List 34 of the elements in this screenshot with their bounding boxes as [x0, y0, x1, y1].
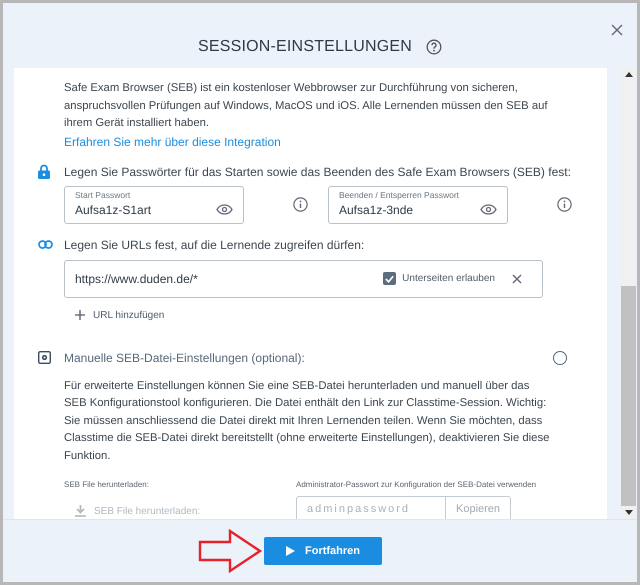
admin-password-label: Administrator-Passwort zur Konfiguration der SEB-Datei verwenden	[296, 480, 536, 489]
url-field[interactable]: https://www.duden.de/* Unterseiten erlauben	[64, 260, 543, 298]
lock-icon	[38, 164, 50, 179]
url-section-label: Legen Sie URLs fest, auf die Lernende zugreifen dürfen:	[64, 238, 364, 252]
password-field[interactable]: Beenden / Entsperren Passwort Aufsa1z-3nde	[328, 186, 508, 224]
scroll-up-icon[interactable]	[624, 72, 632, 77]
password-section-label: Legen Sie Passwörter für das Starten sowie das Beenden des Safe Exam Browsers (SEB) fest:	[64, 164, 571, 178]
download-label: SEB File herunterladen:	[64, 480, 150, 489]
scrollbar[interactable]	[621, 68, 636, 519]
checkbox[interactable]	[383, 272, 396, 285]
admin-password-field[interactable]: adminpassword	[296, 496, 446, 519]
info-icon[interactable]	[557, 197, 572, 212]
info-icon[interactable]	[293, 197, 308, 212]
download-icon	[75, 505, 86, 517]
plus-icon	[75, 310, 85, 320]
eye-icon[interactable]	[216, 204, 233, 215]
close-icon[interactable]	[611, 24, 623, 36]
integration-link[interactable]: Erfahren Sie mehr über diese Integration	[64, 134, 281, 148]
scroll-down-icon[interactable]	[624, 510, 632, 515]
eye-icon[interactable]	[480, 204, 497, 215]
continue-button[interactable]: Fortfahren	[264, 537, 382, 565]
dialog-title: SESSION-EINSTELLUNGEN	[198, 38, 412, 56]
link-icon	[38, 240, 53, 249]
help-icon[interactable]	[426, 38, 442, 54]
password-field[interactable]: Start Passwort Aufsa1z-S1art	[64, 186, 244, 224]
subpages-label: Unterseiten erlauben	[402, 273, 495, 284]
manual-description: Für erweiterte Einstellungen können Sie eine SEB-Datei herunterladen und manuell über das SEB Konfigurationstool konfigurieren. Die Datei enthält den Link zur Classtime-Session. Wichtig: Sie müssen anschliessend die Datei direkt mit Ihren Lernenden teilen. Wenn Sie möchten, dass Classtime die SEB-Datei direkt bereitstellt (ohne erweiterte Einstellungen), deaktivieren Sie diese Funktion.	[64, 378, 550, 464]
toggle-radio[interactable]	[553, 350, 567, 364]
add-url-button[interactable]: URL hinzufügen	[75, 310, 164, 320]
manual-settings-label: Manuelle SEB-Datei-Einstellungen (optional):	[64, 350, 306, 364]
intro-text: Safe Exam Browser (SEB) ist ein kostenloser Webbrowser zur Durchführung von sicheren, anspruchsvollen Prüfungen auf Windows, MacOS und iOS. Alle Lernenden müssen den SEB auf ihrem Gerät installiert haben.	[64, 81, 549, 131]
play-icon	[286, 546, 295, 556]
arrow-drawing	[198, 529, 262, 573]
remove-icon[interactable]	[512, 274, 522, 284]
